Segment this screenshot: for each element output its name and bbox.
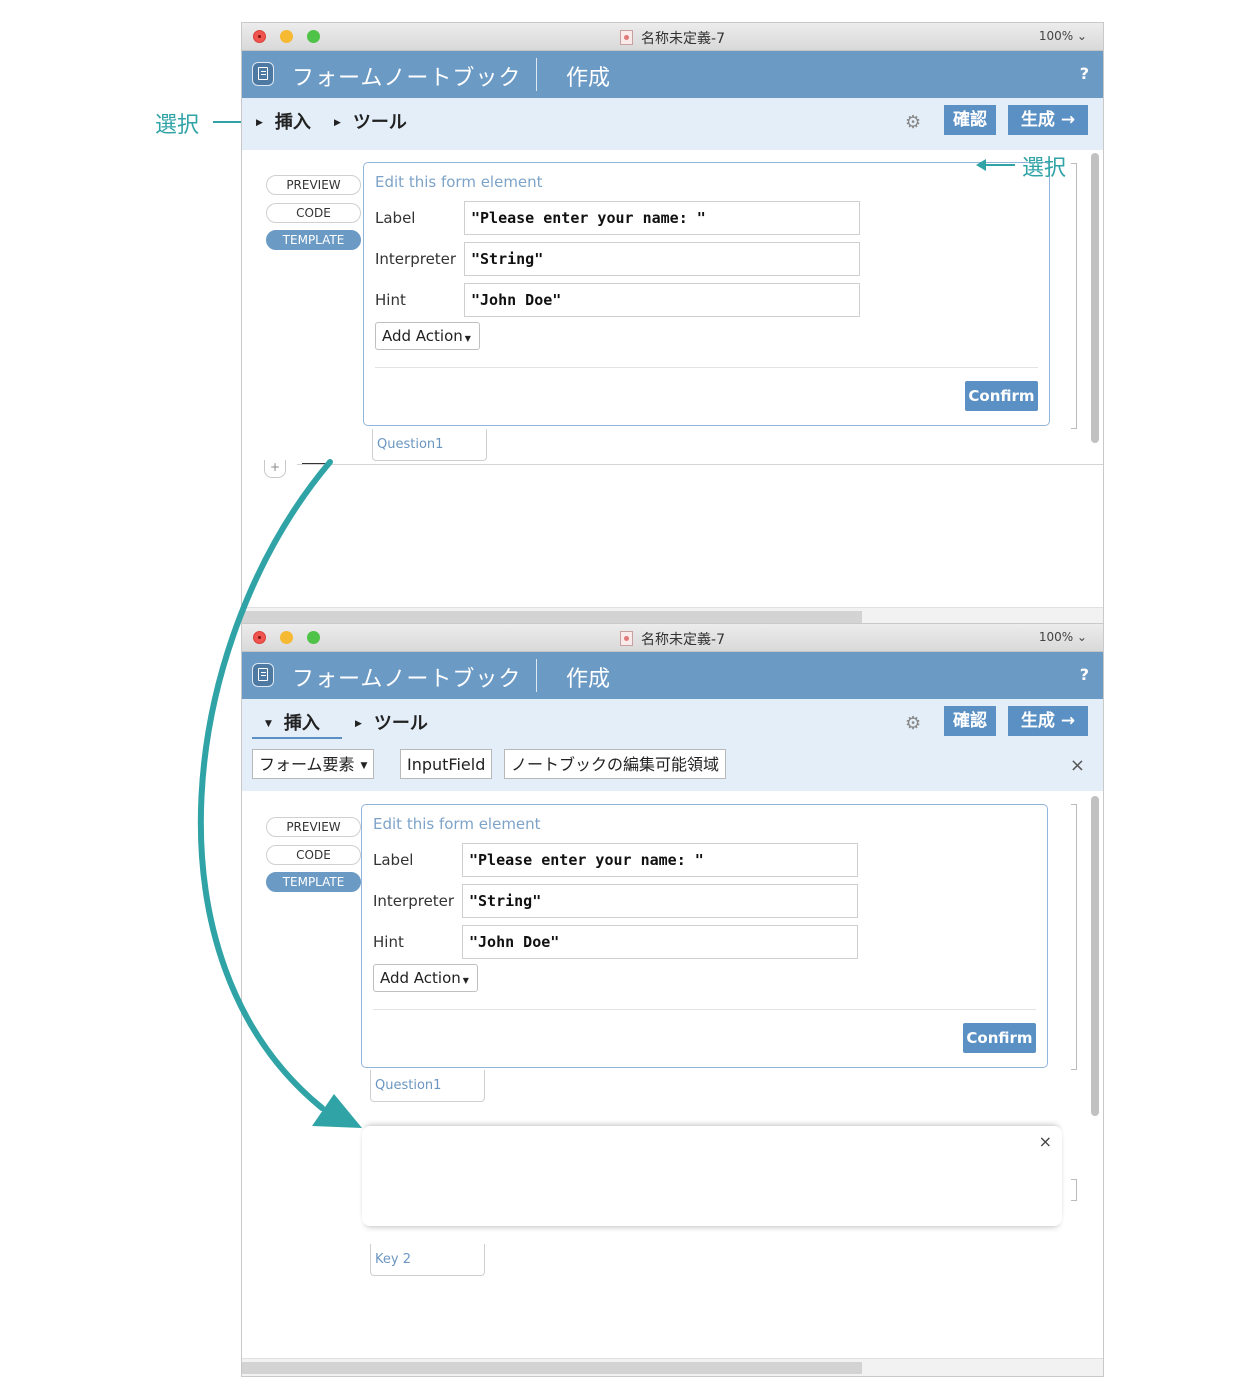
app-header: フォームノートブック 作成 ? (242, 51, 1103, 98)
check-button[interactable]: 確認 (944, 105, 996, 135)
caret-down-icon: ▼ (464, 334, 471, 343)
new-input-cell[interactable]: × (362, 1126, 1062, 1226)
add-action-button[interactable]: Add Action ▼ (375, 322, 480, 350)
label-field-label: Label (375, 209, 416, 227)
cell-insertion-line (297, 464, 1103, 465)
code-button[interactable]: CODE (266, 203, 361, 223)
menu-tools[interactable]: ▶ ツール (355, 709, 428, 735)
form-element-editor: Edit this form element Label "Please ent… (361, 804, 1048, 1068)
close-icon[interactable]: × (1039, 1132, 1052, 1151)
hint-input[interactable]: "John Doe" (462, 925, 858, 959)
horizontal-scroll-thumb[interactable] (242, 611, 862, 623)
app-header: フォームノートブック 作成 ? (242, 652, 1103, 699)
close-icon[interactable]: × (1070, 755, 1085, 776)
scroll-thumb[interactable] (1091, 153, 1099, 443)
add-cell-button[interactable]: + (264, 460, 286, 478)
template-button[interactable]: TEMPLATE (266, 230, 361, 250)
caret-down-icon: ▼ (360, 761, 368, 771)
gear-icon[interactable]: ⚙ (905, 112, 921, 133)
editable-region-button[interactable]: ノートブックの編集可能領域 (504, 749, 727, 779)
annotation-select-right: 選択 (1022, 156, 1067, 181)
annotation-select-left: 選択 (155, 113, 200, 138)
input-field-button[interactable]: InputField (400, 749, 493, 779)
toolbar: ▶ 挿入 ▶ ツール ⚙ 確認 生成 → (242, 98, 1103, 150)
gear-icon[interactable]: ⚙ (905, 713, 921, 734)
new-cell-bracket[interactable] (1071, 1179, 1077, 1201)
notebook-icon (252, 62, 274, 86)
document-icon (620, 30, 634, 45)
zoom-level[interactable]: 100% ⌄ (1039, 29, 1087, 43)
window-title: 名称未定義-7 (242, 28, 1103, 48)
mode-title: 作成 (566, 667, 611, 692)
add-action-button[interactable]: Add Action ▼ (373, 964, 478, 992)
divider (373, 1009, 1036, 1010)
generate-button[interactable]: 生成 → (1008, 105, 1088, 135)
confirm-button[interactable]: Confirm (965, 381, 1038, 411)
triangle-right-icon: ▶ (355, 719, 362, 729)
preview-button[interactable]: PREVIEW (266, 175, 361, 195)
help-button[interactable]: ? (1080, 64, 1089, 83)
caret-down-icon: ▼ (462, 976, 469, 985)
interpreter-field-label: Interpreter (375, 250, 457, 268)
cell-tag-question1: Question1 (372, 429, 487, 461)
interpreter-field-label: Interpreter (373, 892, 455, 910)
triangle-down-icon: ▼ (265, 719, 272, 729)
cell-bracket[interactable] (1071, 804, 1077, 1070)
toolbar: ▼ 挿入 ▶ ツール ⚙ 確認 生成 → (242, 699, 1103, 741)
cell-tag-key2: Key 2 (370, 1244, 485, 1276)
triangle-right-icon: ▶ (256, 118, 263, 128)
hint-input[interactable]: "John Doe" (464, 283, 860, 317)
notebook-icon (252, 663, 274, 687)
horizontal-scroll-thumb[interactable] (242, 1362, 862, 1374)
horizontal-scrollbar[interactable] (242, 1358, 1103, 1376)
window-after: 名称未定義-7 100% ⌄ フォームノートブック 作成 ? ▼ 挿入 ▶ ツール … (241, 623, 1104, 1377)
menu-insert[interactable]: ▼ 挿入 (265, 709, 320, 735)
interpreter-input[interactable]: "String" (464, 242, 860, 276)
generate-button[interactable]: 生成 → (1008, 706, 1088, 736)
menu-insert[interactable]: ▶ 挿入 (256, 108, 311, 134)
scroll-thumb[interactable] (1091, 796, 1099, 1116)
app-name: フォームノートブック (292, 667, 522, 692)
window-title: 名称未定義-7 (242, 629, 1103, 649)
cell-bracket[interactable] (1071, 163, 1077, 429)
editor-heading: Edit this form element (373, 815, 541, 833)
form-elements-dropdown[interactable]: フォーム要素 ▼ (252, 749, 375, 779)
vertical-scrollbar[interactable] (1089, 794, 1101, 1116)
header-divider (536, 58, 537, 91)
menu-insert-underline (252, 737, 342, 739)
template-button[interactable]: TEMPLATE (266, 872, 361, 892)
header-divider (536, 659, 537, 692)
check-button[interactable]: 確認 (944, 706, 996, 736)
title-bar: 名称未定義-7 100% ⌄ (242, 624, 1103, 652)
vertical-scrollbar[interactable] (1089, 151, 1101, 611)
zoom-level[interactable]: 100% ⌄ (1039, 630, 1087, 644)
editor-heading: Edit this form element (375, 173, 543, 191)
window-before: 名称未定義-7 100% ⌄ フォームノートブック 作成 ? ▶ 挿入 ▶ ツール … (241, 22, 1104, 625)
annotation-arrow-right (976, 159, 1015, 171)
label-input[interactable]: "Please enter your name: " (462, 843, 858, 877)
triangle-right-icon: ▶ (334, 118, 341, 128)
label-field-label: Label (373, 851, 414, 869)
title-bar: 名称未定義-7 100% ⌄ (242, 23, 1103, 51)
hint-field-label: Hint (375, 291, 406, 309)
menu-tools[interactable]: ▶ ツール (334, 108, 407, 134)
app-name: フォームノートブック (292, 66, 522, 91)
document-icon (620, 631, 634, 646)
insert-submenu: フォーム要素 ▼ InputField ノートブックの編集可能領域 × (242, 741, 1103, 791)
hint-field-label: Hint (373, 933, 404, 951)
form-element-editor: Edit this form element Label "Please ent… (363, 162, 1050, 426)
preview-button[interactable]: PREVIEW (266, 817, 361, 837)
mode-title: 作成 (566, 66, 611, 91)
confirm-button[interactable]: Confirm (963, 1023, 1036, 1053)
interpreter-input[interactable]: "String" (462, 884, 858, 918)
help-button[interactable]: ? (1080, 665, 1089, 684)
cell-tag-question1: Question1 (370, 1070, 485, 1102)
code-button[interactable]: CODE (266, 845, 361, 865)
label-input[interactable]: "Please enter your name: " (464, 201, 860, 235)
divider (375, 367, 1038, 368)
